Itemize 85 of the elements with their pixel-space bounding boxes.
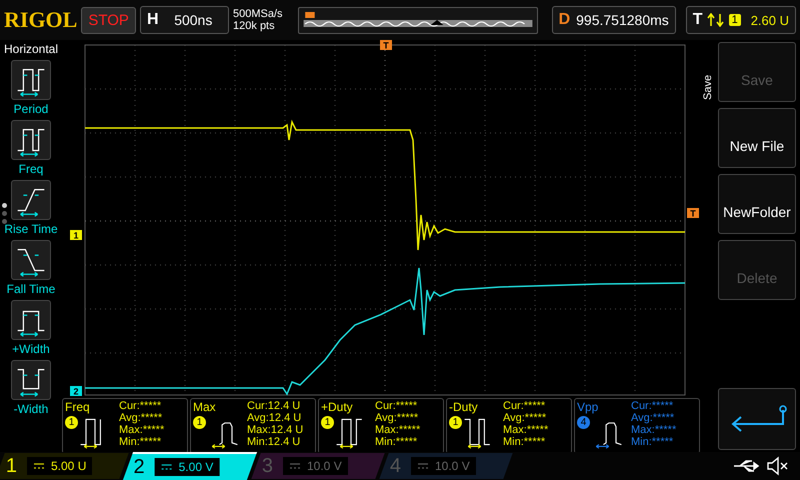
trigger-source-badge: 1 bbox=[728, 14, 741, 26]
measurement-stat: Max:12.4 U bbox=[247, 424, 304, 436]
marker-tag[interactable]: T bbox=[687, 208, 699, 218]
measurement-stat: Avg:12.4 U bbox=[247, 412, 302, 424]
measurement-name: Freq bbox=[65, 400, 91, 414]
measurement-name: Vpp bbox=[577, 400, 600, 414]
channel-number: 4 bbox=[390, 454, 402, 478]
trigger-panel[interactable]: T 1 2.60 U bbox=[686, 6, 796, 34]
measure-button[interactable] bbox=[11, 120, 51, 160]
channel-number: 3 bbox=[262, 454, 274, 478]
measurement-stat: Max:***** bbox=[631, 424, 676, 436]
menu-button[interactable]: New File bbox=[718, 108, 796, 168]
trigger-label: T bbox=[692, 11, 703, 29]
marker-tag[interactable]: 2 bbox=[70, 386, 82, 396]
measurement-stat: Max:***** bbox=[375, 424, 420, 436]
measurement-stat: Avg:***** bbox=[375, 412, 420, 424]
dc-coupling-icon bbox=[160, 463, 173, 471]
run-state-indicator[interactable]: STOP bbox=[81, 6, 136, 34]
source-badge: 1 bbox=[193, 416, 206, 429]
channel-tab[interactable]: 4 10.0 V bbox=[379, 453, 513, 479]
memory-depth: 120k pts bbox=[233, 20, 276, 32]
mute-icon[interactable] bbox=[766, 456, 790, 476]
measurement-stat: Cur:***** bbox=[631, 400, 674, 412]
measure-label[interactable]: Period bbox=[14, 102, 48, 116]
waveform-overview-bar[interactable] bbox=[298, 6, 538, 34]
measure-button[interactable] bbox=[11, 300, 51, 340]
measure-button[interactable] bbox=[11, 180, 51, 220]
channel-scale: 10.0 V bbox=[283, 457, 348, 475]
measurement-stat: Avg:***** bbox=[503, 412, 548, 424]
timebase-panel[interactable]: H 500ns bbox=[140, 6, 230, 34]
menu-button[interactable]: NewFolder bbox=[718, 174, 796, 234]
measure-button[interactable] bbox=[11, 240, 51, 280]
measure-button[interactable] bbox=[11, 360, 51, 400]
source-badge: 1 bbox=[449, 416, 462, 429]
measurement-stat: Avg:***** bbox=[631, 412, 676, 424]
dc-coupling-icon bbox=[417, 462, 430, 470]
channel-number: 2 bbox=[134, 456, 145, 478]
measurement-stat: Min:12.4 U bbox=[247, 436, 302, 448]
measurement-stat: Max:***** bbox=[503, 424, 548, 436]
marker-tag[interactable]: 1 bbox=[70, 230, 82, 240]
channel-scale: 10.0 V bbox=[411, 457, 476, 475]
measurement-stat: Cur:***** bbox=[503, 400, 546, 412]
timebase-value: 500ns bbox=[173, 12, 214, 28]
trigger-level: 2.60 U bbox=[750, 12, 789, 28]
measure-button[interactable] bbox=[11, 60, 51, 100]
return-button[interactable] bbox=[718, 388, 796, 450]
measurement-name: +Duty bbox=[321, 400, 354, 414]
channel-tab[interactable]: 2 5.00 V bbox=[122, 452, 258, 480]
measurement-stat: Min:***** bbox=[375, 436, 418, 448]
sample-rate: 500MSa/s bbox=[233, 8, 284, 20]
menu-title: Save bbox=[702, 74, 714, 100]
measure-label[interactable]: +Width bbox=[12, 342, 50, 356]
marker-tag[interactable]: T bbox=[380, 40, 392, 50]
measure-label[interactable]: Fall Time bbox=[6, 282, 56, 296]
dc-coupling-icon bbox=[289, 462, 302, 470]
source-badge: 1 bbox=[65, 416, 78, 429]
measurement-stat: Cur:***** bbox=[119, 400, 162, 412]
measurement-stat: Cur:***** bbox=[375, 400, 418, 412]
menu-title: Horizontal bbox=[4, 42, 58, 56]
source-badge: 1 bbox=[321, 416, 334, 429]
usb-icon bbox=[732, 458, 762, 474]
measurement-stat: Cur:12.4 U bbox=[247, 400, 302, 412]
measurement-stat: Max:***** bbox=[119, 424, 164, 436]
channel-tab[interactable]: 1 5.00 U bbox=[0, 453, 129, 479]
measurement-name: -Duty bbox=[449, 400, 479, 414]
source-badge: 4 bbox=[577, 416, 590, 429]
delay-value: 995.751280ms bbox=[576, 12, 669, 28]
measurement-stat: Avg:***** bbox=[119, 412, 164, 424]
channel-number: 1 bbox=[6, 454, 18, 478]
measurement-stat: Min:***** bbox=[631, 436, 674, 448]
delay-panel[interactable]: D 995.751280ms bbox=[552, 6, 676, 34]
measure-label[interactable]: Freq bbox=[18, 162, 44, 176]
measure-label[interactable]: Rise Time bbox=[4, 222, 58, 236]
measure-label[interactable]: -Width bbox=[14, 402, 48, 416]
measurement-stat: Min:***** bbox=[119, 436, 162, 448]
edge-icon bbox=[706, 13, 725, 27]
measurement-name: Max bbox=[193, 400, 217, 414]
channel-scale: 5.00 U bbox=[27, 457, 92, 475]
channel-scale: 5.00 V bbox=[154, 458, 220, 476]
logo: RIGOL bbox=[4, 7, 78, 33]
timebase-label: H bbox=[146, 11, 158, 29]
measurement-stat: Min:***** bbox=[503, 436, 546, 448]
dc-coupling-icon bbox=[33, 462, 46, 470]
channel-tab[interactable]: 3 10.0 V bbox=[251, 453, 385, 479]
delay-label: D bbox=[558, 11, 570, 29]
